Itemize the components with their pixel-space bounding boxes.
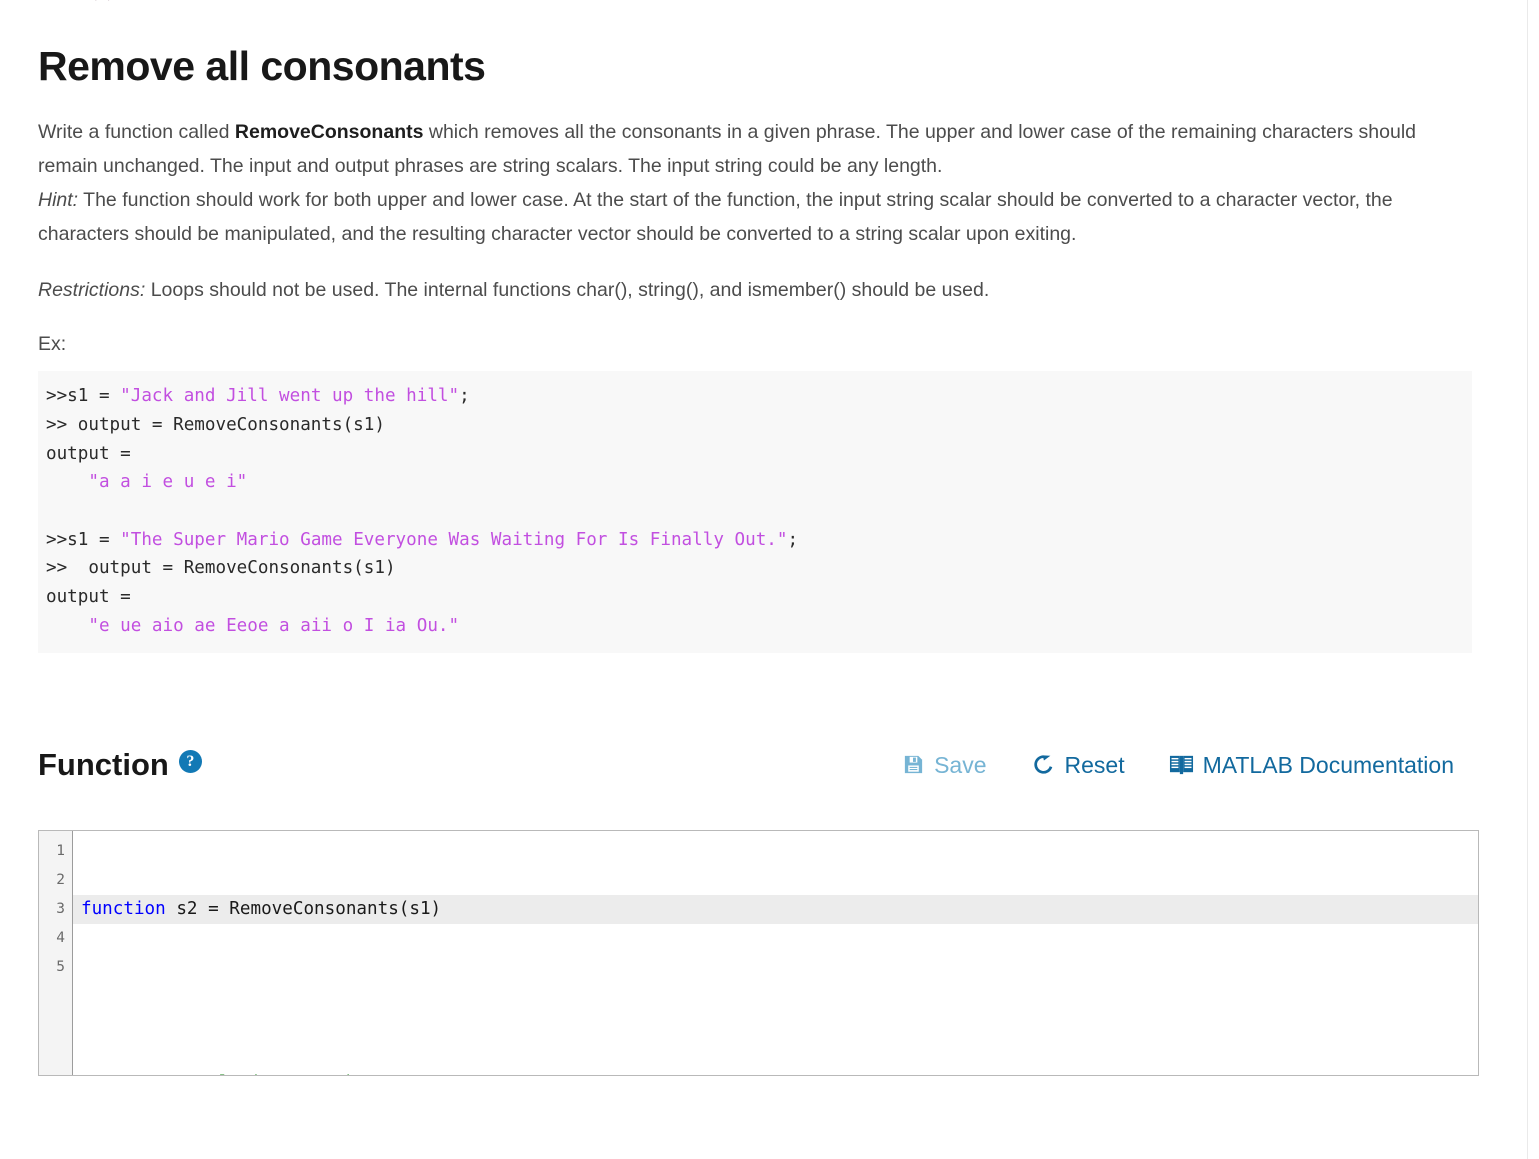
problem-description: Write a function called RemoveConsonants… <box>38 91 1418 251</box>
content-area: Remove all consonants Write a function c… <box>0 0 1527 1076</box>
hint-text: The function should work for both upper … <box>38 189 1393 246</box>
code-comment-placeholder: % Your solution goes here % <box>81 1073 409 1075</box>
circular-arrow-icon <box>1031 752 1056 777</box>
save-button[interactable]: Save <box>902 751 987 779</box>
ex2-prompt: >>s1 = <box>46 529 121 550</box>
cut-off-top-fragment: · · <box>94 0 294 2</box>
restrictions-label: Restrictions: <box>38 279 146 302</box>
ex2-semicolon: ; <box>787 529 799 550</box>
code-editor[interactable]: 1 2 3 4 5 function s2 = RemoveConsonants… <box>38 829 1479 1076</box>
ex2-indent <box>46 616 88 636</box>
ex2-output-value: "e ue aio ae Eeoe a aii o I ia Ou." <box>88 615 460 636</box>
page-title: Remove all consonants <box>38 43 486 89</box>
code-text-area[interactable]: function s2 = RemoveConsonants(s1) % You… <box>73 831 1478 1075</box>
code-line-2[interactable] <box>73 982 1478 1011</box>
save-label: Save <box>934 751 987 778</box>
description-text-1: Write a function called <box>38 121 235 144</box>
ex1-output-label: output = <box>46 443 142 464</box>
ex1-prompt: >>s1 = <box>46 386 121 407</box>
ex1-indent <box>46 472 88 492</box>
line-number: 1 <box>56 842 65 859</box>
example-label: Ex: <box>38 333 67 356</box>
page-container: · · Remove all consonants Write a functi… <box>0 0 1528 1159</box>
open-book-icon <box>1169 753 1194 776</box>
ex2-output-label: output = <box>46 587 142 608</box>
function-section-header: Function? Save Reset MATLAB Documentatio… <box>38 745 1489 797</box>
page-right-margin <box>1528 0 1539 1159</box>
ex1-string: "Jack and Jill went up the hill" <box>120 386 460 407</box>
ex2-call-line: >> output = RemoveConsonants(s1) <box>46 558 396 579</box>
restrictions-paragraph: Restrictions: Loops should not be used. … <box>38 251 1418 307</box>
code-keyword-function: function <box>81 898 166 919</box>
code-line-3[interactable]: % Your solution goes here % <box>73 1069 1478 1075</box>
line-number: 3 <box>56 900 65 917</box>
help-icon[interactable]: ? <box>178 750 202 774</box>
line-number: 5 <box>56 958 65 975</box>
floppy-disk-icon <box>902 753 925 776</box>
code-line-1-rest: s2 = RemoveConsonants(s1) <box>165 898 442 919</box>
example-code-block: >>s1 = "Jack and Jill went up the hill";… <box>38 371 1472 653</box>
reset-label: Reset <box>1064 751 1125 778</box>
function-heading: Function <box>38 746 169 782</box>
ex1-semicolon: ; <box>459 386 470 407</box>
matlab-documentation-label: MATLAB Documentation <box>1202 751 1454 778</box>
matlab-documentation-link[interactable]: MATLAB Documentation <box>1169 751 1454 779</box>
ex1-output-value: "a a i e u e i" <box>88 472 248 493</box>
line-number: 2 <box>56 871 65 888</box>
line-number: 4 <box>56 929 65 946</box>
code-line-1[interactable]: function s2 = RemoveConsonants(s1) <box>73 894 1478 924</box>
line-number-gutter: 1 2 3 4 5 <box>39 830 73 1075</box>
ex1-call-line: >> output = RemoveConsonants(s1) <box>46 414 385 435</box>
ex2-string: "The Super Mario Game Everyone Was Waiti… <box>120 529 788 550</box>
restrictions-text: Loops should not be used. The internal f… <box>145 279 990 302</box>
reset-button[interactable]: Reset <box>1031 751 1125 779</box>
editor-toolbar: Save Reset MATLAB Documentation <box>902 751 1454 779</box>
function-name-bold: RemoveConsonants <box>234 121 424 144</box>
hint-label: Hint: <box>38 189 79 212</box>
